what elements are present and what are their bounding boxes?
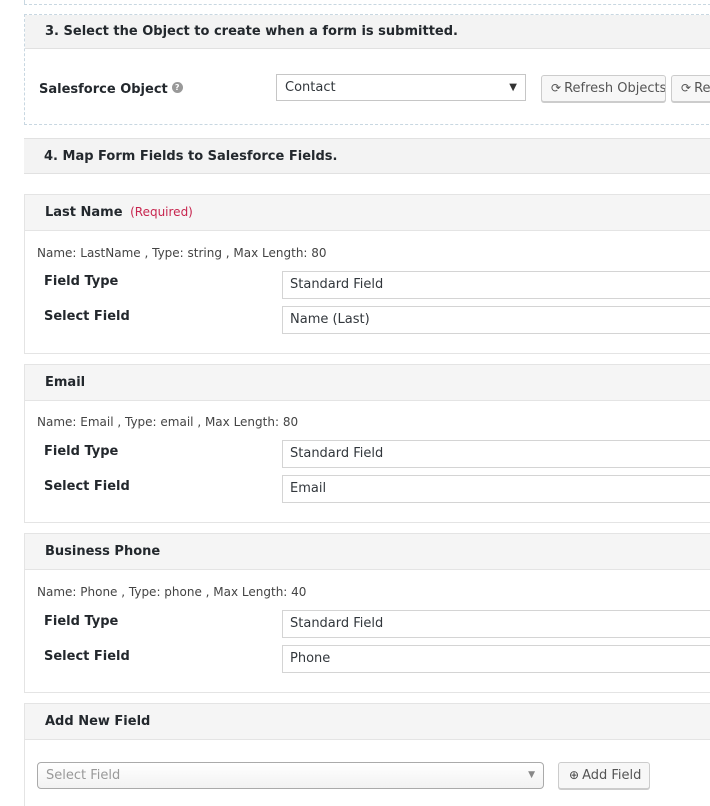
previous-section-border — [24, 0, 710, 5]
mapping-card-business-phone: Business Phone Name: Phone , Type: phone… — [24, 533, 710, 693]
field-type-label: Field Type — [44, 444, 119, 459]
new-field-select[interactable]: Select Field ▼ — [37, 762, 544, 789]
select-field-select[interactable]: Name (Last) — [282, 306, 710, 334]
field-type-label: Field Type — [44, 614, 119, 629]
section-title: 3. Select the Object to create when a fo… — [25, 15, 710, 49]
field-meta: Name: Phone , Type: phone , Max Length: … — [37, 585, 307, 599]
mapping-card-title: Email — [25, 365, 710, 401]
section-select-object: 3. Select the Object to create when a fo… — [24, 14, 710, 125]
refresh-objects-button[interactable]: ⟳ Refresh Objects — [541, 75, 666, 102]
refresh-icon: ⟳ — [551, 81, 562, 95]
mapping-card-title: Business Phone — [25, 534, 710, 570]
refresh-fields-label: Re — [694, 81, 710, 96]
add-field-button[interactable]: ⊕ Add Field — [558, 762, 650, 789]
refresh-icon: ⟳ — [681, 81, 692, 95]
add-field-label: Add Field — [582, 768, 642, 783]
salesforce-object-select[interactable]: Contact ▼ — [276, 74, 526, 101]
add-new-field-title: Add New Field — [25, 704, 710, 740]
salesforce-object-label-wrap: Salesforce Object? — [39, 78, 183, 97]
field-type-select[interactable]: Standard Field — [282, 440, 710, 468]
mapping-name: Last Name — [45, 205, 123, 220]
select-field-label: Select Field — [44, 309, 130, 324]
section-title: 4. Map Form Fields to Salesforce Fields. — [24, 138, 710, 174]
select-field-label: Select Field — [44, 479, 130, 494]
refresh-fields-button[interactable]: ⟳ Re — [671, 75, 710, 102]
select-field-select[interactable]: Phone — [282, 645, 710, 673]
mapping-card-email: Email Name: Email , Type: email , Max Le… — [24, 364, 710, 523]
plus-circle-icon: ⊕ — [569, 768, 580, 782]
salesforce-object-label: Salesforce Object — [39, 82, 168, 97]
mapping-name: Business Phone — [45, 544, 161, 559]
mapping-card-title: Last Name (Required) — [25, 195, 710, 231]
field-meta: Name: LastName , Type: string , Max Leng… — [37, 246, 327, 260]
required-label: (Required) — [130, 205, 193, 219]
field-type-select[interactable]: Standard Field — [282, 271, 710, 299]
selected-object-value: Contact — [285, 80, 336, 95]
section-map-fields: 4. Map Form Fields to Salesforce Fields. — [24, 138, 710, 174]
chevron-down-icon: ▼ — [509, 82, 517, 93]
mapping-name: Email — [45, 375, 86, 390]
field-type-label: Field Type — [44, 274, 119, 289]
add-new-field-card: Add New Field Select Field ▼ ⊕ Add Field — [24, 703, 710, 806]
field-type-select[interactable]: Standard Field — [282, 610, 710, 638]
chevron-down-icon: ▼ — [528, 770, 535, 780]
select-field-label: Select Field — [44, 649, 130, 664]
new-field-placeholder: Select Field — [46, 768, 121, 783]
question-circle-icon[interactable]: ? — [171, 82, 183, 93]
mapping-card-last-name: Last Name (Required) Name: LastName , Ty… — [24, 194, 710, 354]
refresh-objects-label: Refresh Objects — [564, 81, 666, 96]
field-meta: Name: Email , Type: email , Max Length: … — [37, 415, 299, 429]
select-field-select[interactable]: Email — [282, 475, 710, 503]
